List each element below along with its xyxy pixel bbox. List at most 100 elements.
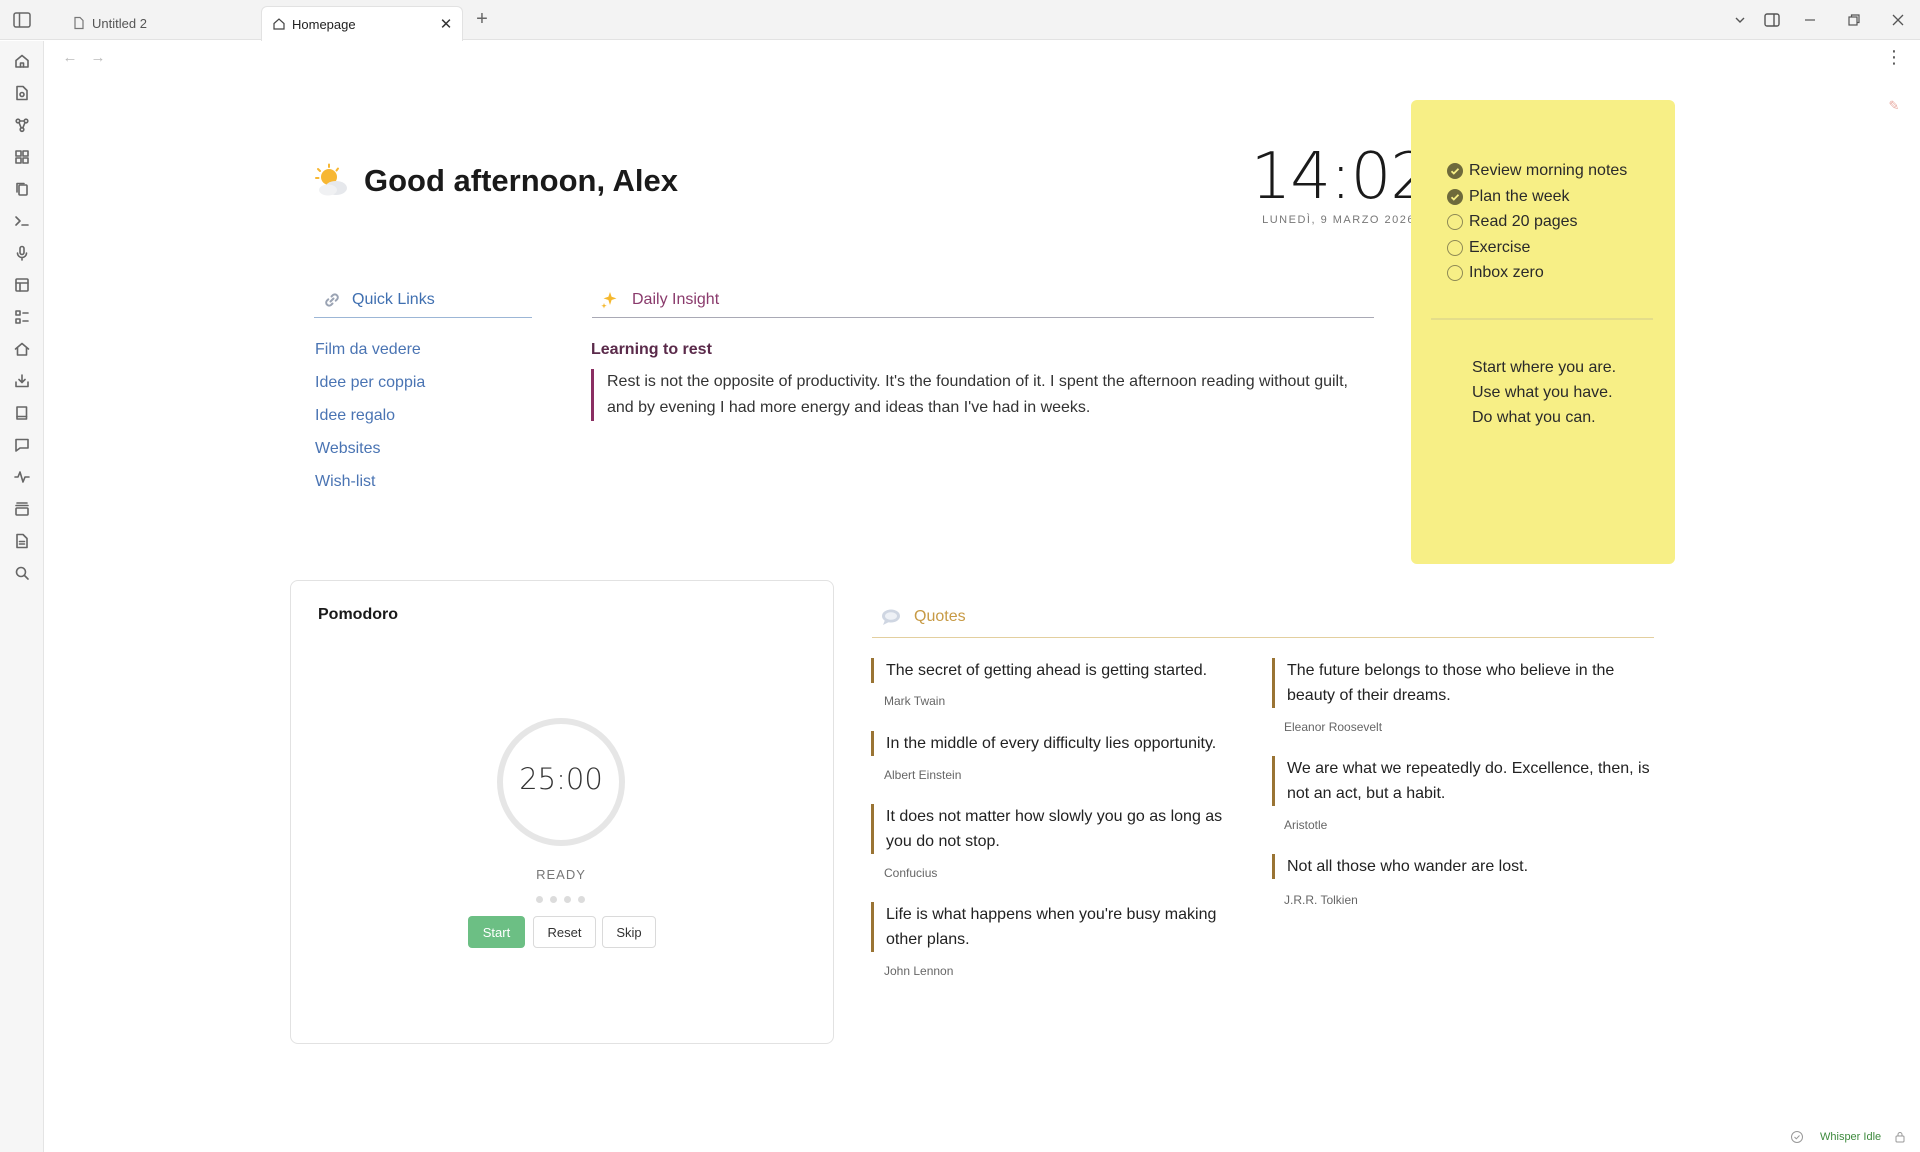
pomodoro-time: 25:00 bbox=[519, 762, 603, 796]
todo-label: Review morning notes bbox=[1469, 162, 1628, 179]
session-dot bbox=[578, 896, 585, 903]
quick-links-header: Quick Links bbox=[314, 282, 532, 318]
quote-author: Confucius bbox=[884, 866, 938, 880]
layout-icon[interactable] bbox=[12, 275, 32, 295]
quotes-title: Quotes bbox=[914, 607, 966, 625]
todo-label: Exercise bbox=[1469, 239, 1531, 256]
quotes-header: Quotes bbox=[872, 596, 1654, 638]
lock-icon[interactable] bbox=[1893, 1130, 1907, 1144]
speech-bubble-icon bbox=[880, 606, 902, 628]
quote-text: We are what we repeatedly do. Excellence… bbox=[1272, 756, 1652, 806]
activity-icon[interactable] bbox=[12, 467, 32, 487]
sparkles-icon bbox=[600, 290, 620, 310]
more-options-icon[interactable]: ⋮ bbox=[1884, 48, 1904, 68]
cards-icon[interactable] bbox=[12, 499, 32, 519]
greeting-title: Good afternoon, Alex bbox=[364, 163, 679, 198]
checked-circle-icon[interactable] bbox=[1447, 189, 1463, 205]
restore-icon[interactable] bbox=[1844, 10, 1864, 30]
quick-link-item[interactable]: Idee per coppia bbox=[315, 374, 425, 392]
insight-body: Rest is not the opposite of productivity… bbox=[591, 369, 1371, 421]
daily-insight-title: Daily Insight bbox=[632, 290, 720, 308]
tab-label: Homepage bbox=[292, 16, 356, 32]
todo-item[interactable]: Review morning notes bbox=[1447, 162, 1627, 180]
clock-date: LUNEDÌ, 9 MARZO 2026 bbox=[1262, 214, 1415, 226]
quote-author: Aristotle bbox=[1284, 818, 1328, 832]
link-icon bbox=[322, 290, 342, 310]
whisper-status[interactable]: Whisper Idle bbox=[1820, 1131, 1881, 1143]
quick-link-item[interactable]: Websites bbox=[315, 440, 381, 458]
motto-line: Use what you have. bbox=[1472, 384, 1613, 401]
session-dot bbox=[536, 896, 543, 903]
tab-homepage[interactable]: Homepage ✕ bbox=[261, 6, 463, 41]
todo-label: Inbox zero bbox=[1469, 264, 1544, 281]
tab-bar: Untitled 2 Homepage ✕ + bbox=[0, 0, 1920, 41]
quote-text: Not all those who wander are lost. bbox=[1272, 854, 1652, 879]
back-button[interactable]: ← bbox=[61, 49, 79, 67]
forward-button[interactable]: → bbox=[89, 49, 107, 67]
quote-author: J.R.R. Tolkien bbox=[1284, 893, 1358, 907]
window-close-icon[interactable] bbox=[1888, 10, 1908, 30]
house-icon[interactable] bbox=[12, 339, 32, 359]
quick-links-title: Quick Links bbox=[352, 290, 435, 308]
quote-text: The secret of getting ahead is getting s… bbox=[871, 658, 1231, 683]
unchecked-circle-icon[interactable] bbox=[1447, 240, 1463, 256]
sticky-motto: Start where you are. Use what you have. … bbox=[1472, 355, 1616, 430]
quote-author: Albert Einstein bbox=[884, 768, 962, 782]
copy-icon[interactable] bbox=[12, 179, 32, 199]
quote-text: It does not matter how slowly you go as … bbox=[871, 804, 1231, 854]
todo-label: Plan the week bbox=[1469, 188, 1570, 205]
chevron-down-icon[interactable] bbox=[1730, 10, 1750, 30]
graph-icon[interactable] bbox=[12, 115, 32, 135]
quote-author: John Lennon bbox=[884, 964, 954, 978]
microphone-icon[interactable] bbox=[12, 243, 32, 263]
quote-author: Mark Twain bbox=[884, 694, 946, 708]
pomodoro-session-dots bbox=[536, 896, 585, 903]
checklist-icon[interactable] bbox=[12, 307, 32, 327]
book-icon[interactable] bbox=[12, 403, 32, 423]
pomodoro-state: READY bbox=[536, 867, 586, 882]
check-circle-icon bbox=[1790, 1130, 1804, 1144]
quote-author: Eleanor Roosevelt bbox=[1284, 720, 1383, 734]
search-icon[interactable] bbox=[12, 563, 32, 583]
todo-label: Read 20 pages bbox=[1469, 213, 1578, 230]
edit-pencil-icon[interactable]: ✎ bbox=[1882, 94, 1906, 118]
terminal-icon[interactable] bbox=[12, 211, 32, 231]
todo-item[interactable]: Inbox zero bbox=[1447, 264, 1544, 282]
right-sidebar-toggle-icon[interactable] bbox=[1762, 10, 1782, 30]
motto-line: Do what you can. bbox=[1472, 409, 1596, 426]
dashboard-icon[interactable] bbox=[12, 147, 32, 167]
todo-item[interactable]: Read 20 pages bbox=[1447, 213, 1578, 231]
todo-item[interactable]: Plan the week bbox=[1447, 188, 1570, 206]
session-dot bbox=[564, 896, 571, 903]
file-search-icon[interactable] bbox=[12, 83, 32, 103]
chat-icon[interactable] bbox=[12, 435, 32, 455]
quick-link-item[interactable]: Idee regalo bbox=[315, 407, 395, 425]
document-icon[interactable] bbox=[12, 531, 32, 551]
sticky-divider bbox=[1431, 318, 1653, 320]
greeting: Good afternoon, Alex bbox=[314, 163, 678, 199]
file-icon bbox=[72, 16, 86, 30]
reset-button[interactable]: Reset bbox=[533, 916, 596, 948]
new-tab-button[interactable]: + bbox=[472, 9, 492, 30]
todo-item[interactable]: Exercise bbox=[1447, 239, 1530, 257]
quote-text: In the middle of every difficulty lies o… bbox=[871, 731, 1231, 756]
skip-button[interactable]: Skip bbox=[602, 916, 656, 948]
status-bar: Whisper Idle bbox=[1790, 1130, 1907, 1144]
close-icon[interactable]: ✕ bbox=[438, 16, 454, 33]
quote-text: The future belongs to those who believe … bbox=[1272, 658, 1652, 708]
quick-link-item[interactable]: Film da vedere bbox=[315, 341, 421, 359]
start-button[interactable]: Start bbox=[468, 916, 525, 948]
unchecked-circle-icon[interactable] bbox=[1447, 214, 1463, 230]
tab-label: Untitled 2 bbox=[92, 15, 147, 31]
tab-untitled-2[interactable]: Untitled 2 bbox=[62, 6, 260, 40]
home-icon bbox=[272, 17, 286, 31]
unchecked-circle-icon[interactable] bbox=[1447, 265, 1463, 281]
minimize-icon[interactable] bbox=[1800, 10, 1820, 30]
inbox-download-icon[interactable] bbox=[12, 371, 32, 391]
session-dot bbox=[550, 896, 557, 903]
sidebar-toggle-icon[interactable] bbox=[12, 10, 32, 30]
motto-line: Start where you are. bbox=[1472, 359, 1617, 376]
quick-link-item[interactable]: Wish-list bbox=[315, 473, 375, 491]
home-icon[interactable] bbox=[12, 51, 32, 71]
checked-circle-icon[interactable] bbox=[1447, 163, 1463, 179]
